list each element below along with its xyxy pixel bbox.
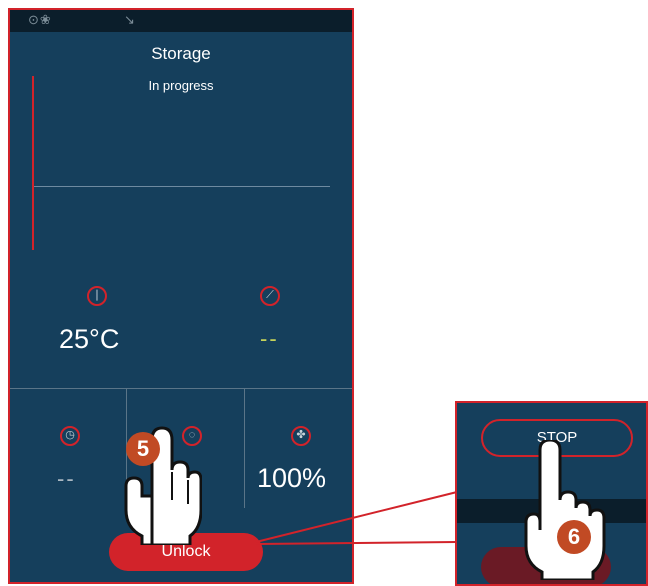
step-badge-6: 6 [557,520,591,554]
step-badge-5: 5 [126,432,160,466]
hand-pointer-icon [124,426,202,545]
hand-pointer-icon [524,440,606,580]
